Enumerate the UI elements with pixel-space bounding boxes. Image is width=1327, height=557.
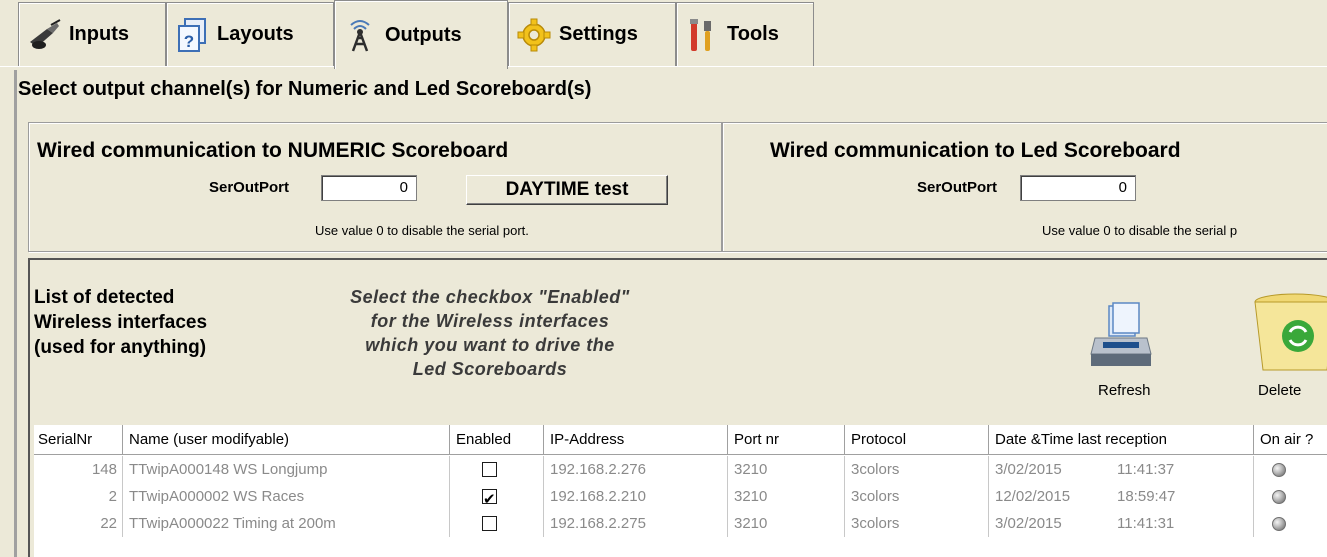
instruction-line: Select the checkbox "Enabled": [350, 287, 630, 307]
antenna-icon: [27, 17, 61, 53]
onair-indicator-icon: [1272, 490, 1286, 504]
ip-cell: 192.168.2.276: [544, 456, 728, 483]
date-cell: 3/02/2015: [995, 461, 1062, 478]
enabled-checkbox[interactable]: [482, 462, 497, 477]
name-cell[interactable]: TTwipA000148 WS Longjump: [123, 456, 450, 483]
help-document-icon: ?: [175, 17, 209, 53]
enabled-cell: [450, 510, 544, 537]
broadcast-tower-icon: [343, 17, 377, 53]
date-cell: 12/02/2015: [995, 488, 1071, 505]
recycle-bin-icon: [1250, 292, 1327, 379]
led-port-label: SerOutPort: [917, 179, 998, 196]
date-cell: 3/02/2015: [995, 515, 1062, 532]
led-group-title: Wired communication to Led Scoreboard: [770, 139, 1181, 162]
column-header-port[interactable]: Port nr: [728, 425, 845, 455]
tab-settings[interactable]: Settings: [508, 2, 676, 66]
panel-left-border: [14, 70, 17, 557]
ip-cell: 192.168.2.210: [544, 483, 728, 510]
port-cell: 3210: [728, 510, 845, 537]
tab-settings-label: Settings: [559, 23, 638, 45]
instruction-line: Led Scoreboards: [412, 359, 568, 379]
onair-indicator-icon: [1272, 463, 1286, 477]
tab-tools-label: Tools: [727, 23, 779, 45]
column-header-date[interactable]: Date &Time last reception: [989, 425, 1254, 455]
tab-outputs-label: Outputs: [385, 23, 462, 46]
svg-text:?: ?: [184, 32, 194, 51]
delete-button[interactable]: Delete: [1250, 292, 1327, 402]
led-port-hint: Use value 0 to disable the serial p: [1042, 223, 1238, 238]
column-header-ip[interactable]: IP-Address: [544, 425, 728, 455]
enabled-cell: [450, 483, 544, 513]
protocol-cell: 3colors: [845, 510, 989, 537]
refresh-label: Refresh: [1098, 382, 1151, 399]
wireless-title-line: List of detected: [34, 287, 175, 308]
port-cell: 3210: [728, 483, 845, 510]
name-cell[interactable]: TTwipA000022 Timing at 200m: [123, 510, 450, 537]
tab-tools[interactable]: Tools: [676, 2, 814, 66]
tab-layouts-label: Layouts: [217, 23, 294, 45]
enabled-cell: [450, 456, 544, 483]
printer-icon: [1089, 302, 1155, 377]
enabled-checkbox[interactable]: [482, 516, 497, 531]
numeric-scoreboard-group: Wired communication to NUMERIC Scoreboar…: [28, 122, 722, 252]
column-header-protocol[interactable]: Protocol: [845, 425, 989, 455]
time-cell: 11:41:37: [1111, 456, 1254, 483]
gear-icon: [517, 17, 551, 53]
instruction-line: for the Wireless interfaces: [370, 311, 610, 331]
protocol-cell: 3colors: [845, 483, 989, 510]
name-cell[interactable]: TTwipA000002 WS Races: [123, 483, 450, 510]
protocol-cell: 3colors: [845, 456, 989, 483]
refresh-button[interactable]: Refresh: [1086, 302, 1166, 402]
onair-cell: [1254, 510, 1327, 537]
numeric-port-hint: Use value 0 to disable the serial port.: [315, 223, 529, 238]
wireless-title-line: (used for anything): [34, 337, 207, 358]
tab-divider: [0, 66, 1327, 67]
column-header-serial[interactable]: SerialNr: [34, 425, 123, 455]
column-header-onair[interactable]: On air ?: [1254, 425, 1327, 455]
ip-cell: 192.168.2.275: [544, 510, 728, 537]
section-title: Select output channel(s) for Numeric and…: [18, 78, 592, 100]
wireless-title-line: Wireless interfaces: [34, 312, 208, 333]
onair-cell: [1254, 483, 1327, 510]
instruction-line: which you want to drive the: [365, 335, 615, 355]
port-cell: 3210: [728, 456, 845, 483]
onair-cell: [1254, 456, 1327, 483]
time-cell: 11:41:31: [1111, 510, 1254, 537]
daytime-test-button[interactable]: DAYTIME test: [466, 175, 668, 205]
tools-icon: [685, 17, 719, 53]
column-header-name[interactable]: Name (user modifyable): [123, 425, 450, 455]
led-serial-port-input[interactable]: 0: [1020, 175, 1136, 201]
serial-cell: 2: [34, 483, 123, 510]
column-header-enabled[interactable]: Enabled: [450, 425, 544, 455]
tab-inputs-label: Inputs: [69, 23, 129, 45]
wireless-title: List of detected Wireless interfaces (us…: [34, 285, 207, 360]
numeric-serial-port-input[interactable]: 0: [321, 175, 417, 201]
numeric-port-label: SerOutPort: [209, 179, 290, 196]
tab-inputs[interactable]: Inputs: [18, 2, 166, 66]
tab-bar: Inputs ? Layouts Outputs Settings Tools: [0, 0, 1327, 69]
onair-indicator-icon: [1272, 517, 1286, 531]
wireless-table: SerialNr Name (user modifyable) Enabled …: [34, 425, 1327, 557]
tab-layouts[interactable]: ? Layouts: [166, 2, 334, 66]
serial-cell: 148: [34, 456, 123, 483]
led-scoreboard-group: Wired communication to Led Scoreboard Se…: [722, 122, 1327, 252]
serial-cell: 22: [34, 510, 123, 537]
tab-outputs[interactable]: Outputs: [334, 0, 508, 69]
delete-label: Delete: [1258, 382, 1302, 399]
time-cell: 18:59:47: [1111, 483, 1254, 510]
enabled-checkbox[interactable]: [482, 486, 497, 513]
numeric-group-title: Wired communication to NUMERIC Scoreboar…: [37, 139, 509, 162]
wireless-instructions: Select the checkbox "Enabled" for the Wi…: [270, 285, 710, 381]
